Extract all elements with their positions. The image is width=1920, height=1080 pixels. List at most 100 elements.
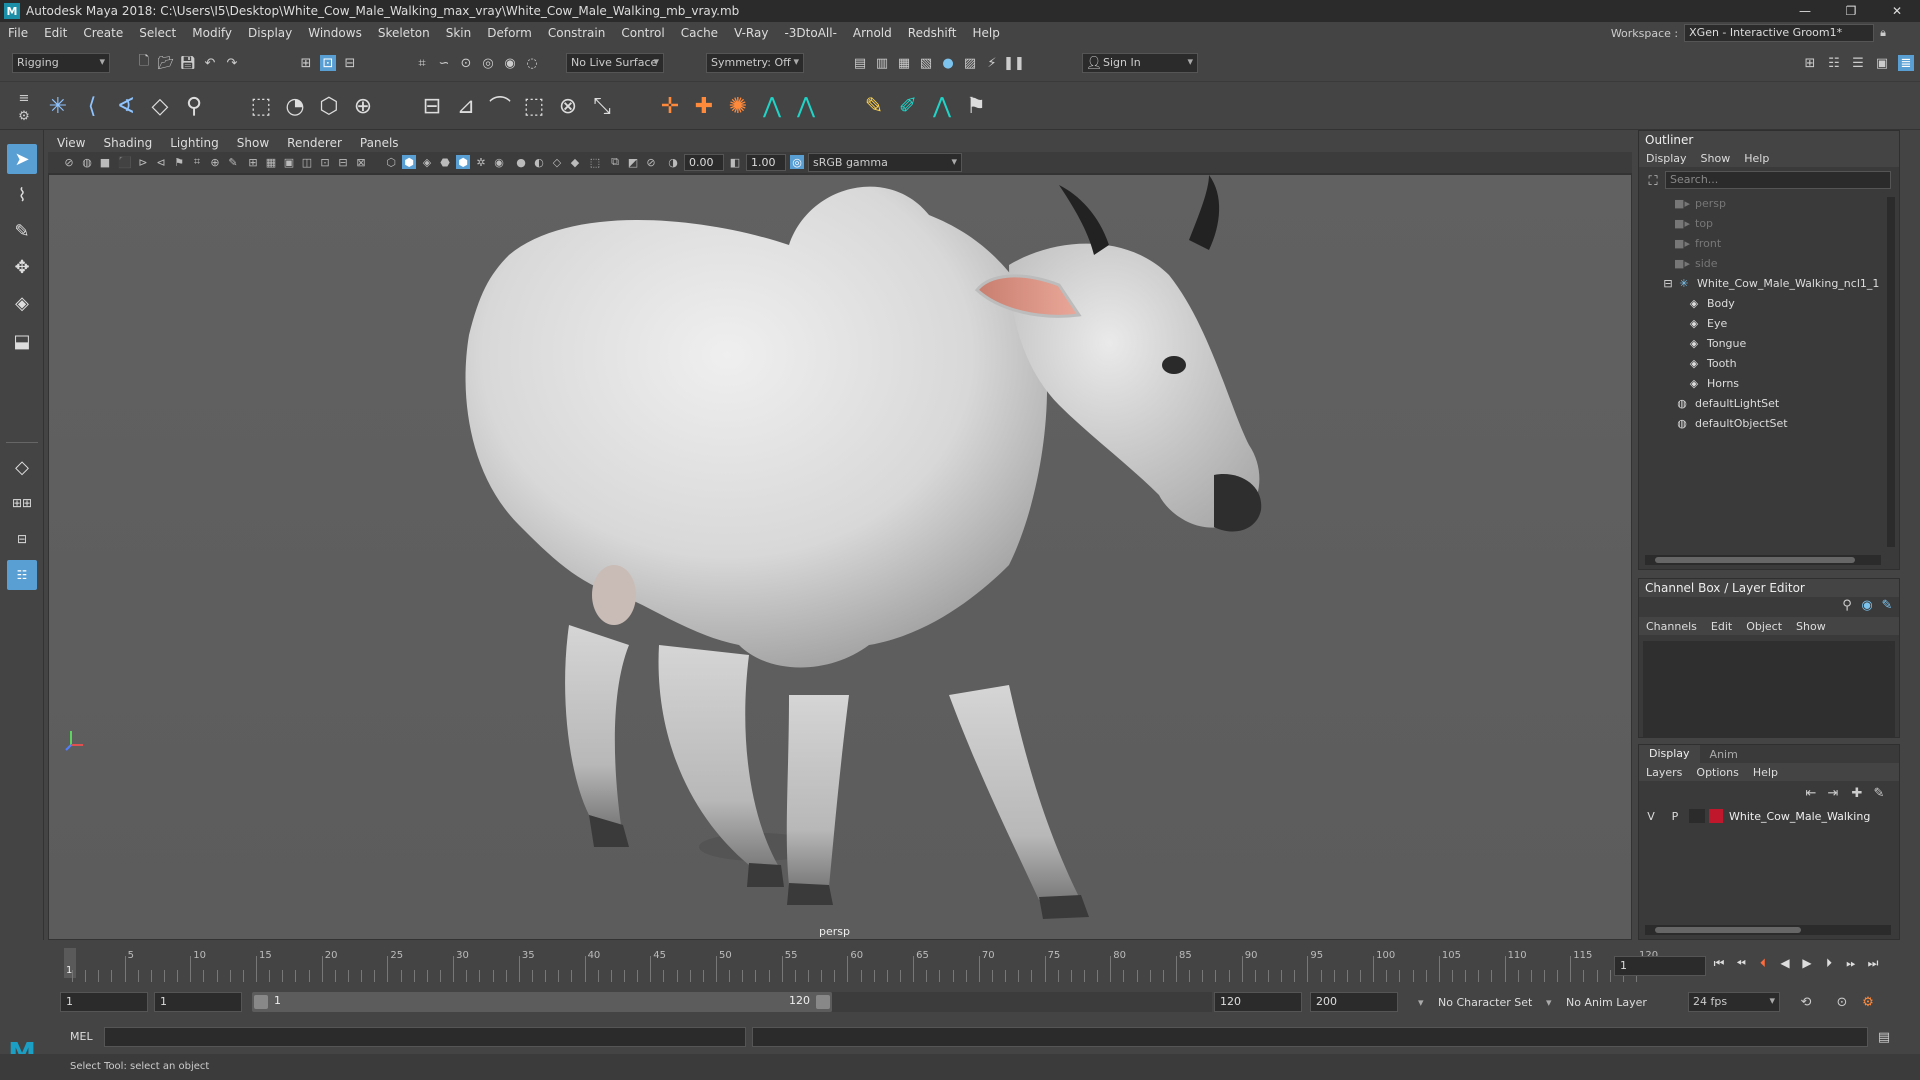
character-set-dropdown-icon[interactable]: ▾ — [1418, 996, 1424, 1009]
panel-menu-panels[interactable]: Panels — [351, 136, 408, 150]
step-back-frame-icon[interactable]: ⏴ — [1754, 954, 1772, 972]
isolate-select-icon[interactable]: ⬚ — [588, 155, 602, 169]
layer-type-toggle[interactable] — [1689, 809, 1705, 823]
layer-hscroll[interactable] — [1645, 925, 1891, 935]
new-layer-selected-icon[interactable]: ✎ — [1871, 785, 1887, 801]
current-frame-field[interactable]: 1 — [1614, 956, 1706, 976]
ghost-icon[interactable]: ⋀ — [792, 92, 820, 120]
script-language-toggle[interactable]: MEL — [70, 1030, 93, 1043]
rotate-tool-icon[interactable]: ◈ — [7, 288, 37, 318]
filter-icon[interactable]: ⛶ — [1645, 173, 1661, 189]
xray-icon[interactable]: ◉ — [492, 155, 506, 169]
wireframe-icon[interactable]: ⊞ — [246, 155, 260, 169]
select-tool-icon[interactable]: ➤ — [7, 144, 37, 174]
outliner-item-eye[interactable]: ◈ Eye — [1639, 313, 1899, 333]
tool-settings-icon[interactable]: ☰ — [1850, 55, 1866, 71]
channel-key-icon[interactable]: ⚲ — [1839, 597, 1855, 613]
outliner-item-side[interactable]: ■▸ side — [1639, 253, 1899, 273]
bookmark-add-icon[interactable]: ⚑ — [172, 155, 186, 169]
layer-tab-anim[interactable]: Anim — [1700, 748, 1748, 761]
pin-icon[interactable]: ⚑ — [962, 92, 990, 120]
lock-icon[interactable]: 🔒︎ — [1880, 26, 1886, 40]
layer-tab-display[interactable]: Display — [1639, 745, 1700, 763]
ik-spline-icon[interactable]: ∢ — [112, 92, 140, 120]
point-constraint-icon[interactable]: ✛ — [656, 92, 684, 120]
multisample-icon[interactable]: ◇ — [550, 155, 564, 169]
channel-menu-edit[interactable]: Edit — [1704, 620, 1739, 633]
minimize-icon[interactable]: — — [1782, 0, 1828, 22]
menu-constrain[interactable]: Constrain — [540, 26, 614, 40]
color-management-icon[interactable]: ◎ — [790, 155, 804, 169]
pan-zoom-icon[interactable]: ⊟ — [336, 155, 350, 169]
live-surface-select[interactable]: No Live Surface — [566, 53, 664, 73]
film-gate-icon[interactable]: ⊕ — [208, 155, 222, 169]
render-settings-icon[interactable]: ▧ — [918, 55, 934, 71]
menu-redshift[interactable]: Redshift — [900, 26, 965, 40]
snap-surface-icon[interactable]: ◉ — [502, 55, 518, 71]
outliner-menu-show[interactable]: Show — [1694, 152, 1738, 165]
outliner-layout-icon[interactable]: ☷ — [7, 560, 37, 590]
redo-icon[interactable]: ↷ — [224, 55, 240, 71]
anim-end-field[interactable]: 200 — [1310, 992, 1398, 1012]
channel-menu-channels[interactable]: Channels — [1639, 620, 1704, 633]
outliner-item-body[interactable]: ◈ Body — [1639, 293, 1899, 313]
new-layer-icon[interactable]: ✚ — [1849, 785, 1865, 801]
channel-menu-object[interactable]: Object — [1739, 620, 1789, 633]
blendshape-icon[interactable]: ⊿ — [452, 92, 480, 120]
channel-list[interactable] — [1643, 641, 1895, 737]
outliner-item-horns[interactable]: ◈ Horns — [1639, 373, 1899, 393]
render-frame-icon[interactable]: ▥ — [874, 55, 890, 71]
paint-weights-icon[interactable]: ✎ — [860, 92, 888, 120]
depth-of-field-icon[interactable]: ◆ — [568, 155, 582, 169]
hypershade-icon[interactable]: ● — [940, 55, 956, 71]
outliner-item-root[interactable]: ⊟ ✳ White_Cow_Male_Walking_ncl1_1 — [1639, 273, 1899, 293]
move-tool-icon[interactable]: ✥ — [7, 252, 37, 282]
two-view-icon[interactable]: ⊟ — [7, 524, 37, 554]
xray-joints-icon[interactable]: ⧉ — [608, 155, 622, 169]
exposure-field[interactable]: 0.00 — [684, 154, 724, 171]
play-forward-icon[interactable]: ▶ — [1798, 954, 1816, 972]
menu-set-select[interactable]: Rigging — [12, 53, 110, 73]
layer-color-swatch[interactable] — [1709, 809, 1723, 823]
script-editor-icon[interactable]: ▤ — [1876, 1029, 1892, 1045]
new-scene-icon[interactable]: 🗋︎ — [136, 54, 152, 71]
go-to-end-icon[interactable]: ⏭ — [1864, 954, 1882, 972]
pause-icon[interactable]: ❚❚ — [1003, 55, 1025, 71]
range-bar[interactable]: 1 120 — [252, 992, 832, 1012]
outliner-item-top[interactable]: ■▸ top — [1639, 213, 1899, 233]
smooth-bind-icon[interactable]: ◔ — [281, 92, 309, 120]
gate-mask-icon[interactable]: ⊡ — [318, 155, 332, 169]
wire-icon[interactable]: ⌒ — [486, 92, 514, 121]
motion-blur-icon[interactable]: ◐ — [532, 155, 546, 169]
outliner-item-persp[interactable]: ■▸ persp — [1639, 193, 1899, 213]
outliner-item-front[interactable]: ■▸ front — [1639, 233, 1899, 253]
menu-modify[interactable]: Modify — [184, 26, 240, 40]
open-scene-icon[interactable]: 📂︎ — [158, 55, 175, 71]
menu-cache[interactable]: Cache — [673, 26, 726, 40]
modeling-toolkit-icon[interactable]: ⊞ — [1802, 55, 1818, 71]
exposure-icon[interactable]: ◑ — [666, 155, 680, 169]
restore-icon[interactable]: ❐ — [1828, 0, 1874, 22]
menu-deform[interactable]: Deform — [479, 26, 540, 40]
anim-start-field[interactable]: 1 — [60, 992, 148, 1012]
outliner-item-tooth[interactable]: ◈ Tooth — [1639, 353, 1899, 373]
shadows-icon[interactable]: ✲ — [474, 155, 488, 169]
loop-icon[interactable]: ⟲ — [1798, 994, 1814, 1010]
outliner-hscroll[interactable] — [1645, 555, 1881, 565]
menu-windows[interactable]: Windows — [300, 26, 370, 40]
playback-start-field[interactable]: 1 — [154, 992, 242, 1012]
use-lights-icon[interactable]: ⬢ — [456, 155, 470, 169]
grease-pencil-icon[interactable]: ⊲ — [154, 155, 168, 169]
play-backward-icon[interactable]: ◀ — [1776, 954, 1794, 972]
sculpt-icon[interactable]: ⬚ — [520, 92, 548, 120]
select-component-icon[interactable]: ⊟ — [342, 55, 358, 71]
menu-select[interactable]: Select — [131, 26, 184, 40]
nonlinear-icon[interactable]: ⤡ — [588, 92, 616, 120]
anim-layer-dropdown-icon[interactable]: ▾ — [1546, 996, 1552, 1009]
menu-arnold[interactable]: Arnold — [845, 26, 900, 40]
ambient-occlusion-icon[interactable]: ● — [514, 155, 528, 169]
gamma-field[interactable]: 1.00 — [746, 154, 786, 171]
create-joints-icon[interactable]: ✳ — [44, 92, 72, 120]
wireframe-shade-icon[interactable]: ⬡ — [384, 155, 398, 169]
workspace-select[interactable]: XGen - Interactive Groom1* — [1684, 24, 1875, 42]
